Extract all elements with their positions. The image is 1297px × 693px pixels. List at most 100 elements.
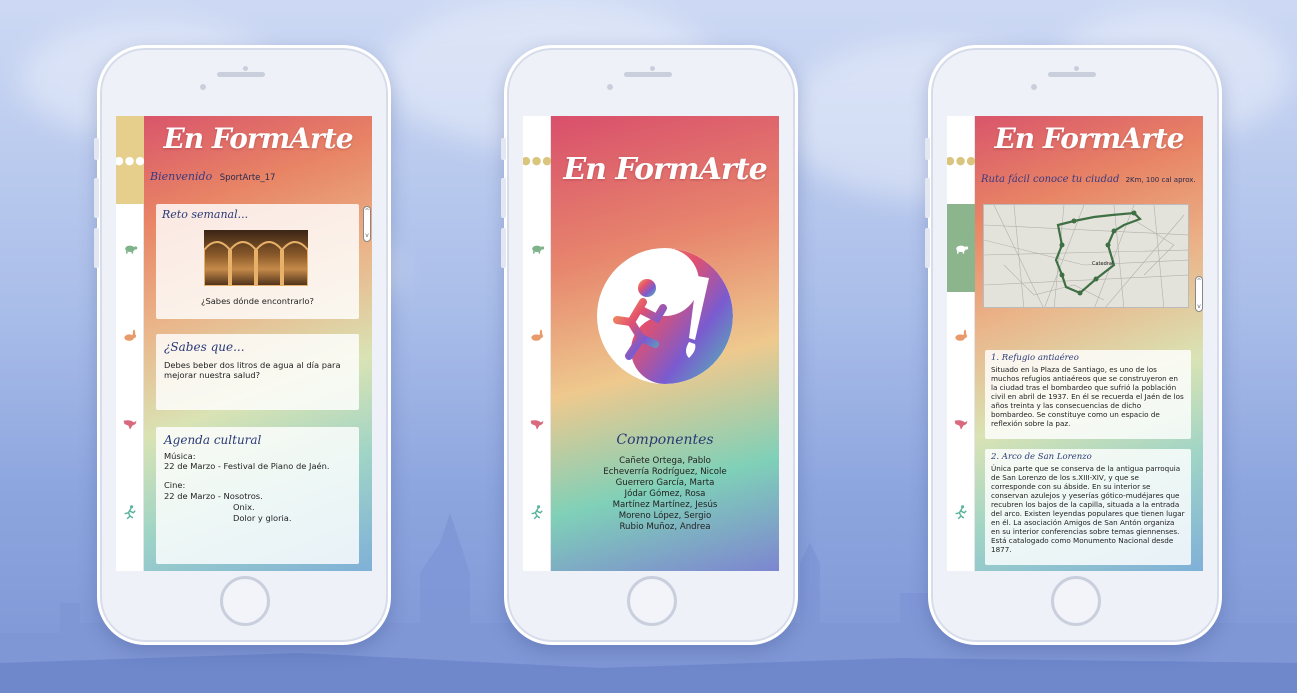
home-content: En FormArte Bienvenido SportArte_17 Reto…	[144, 116, 372, 571]
tab-menu[interactable]: ●●●	[947, 116, 977, 204]
phone-route: ●●● En FormArte Ruta fácil conoce tu ciu…	[925, 45, 1222, 645]
home-button[interactable]	[1051, 576, 1101, 626]
turtle-icon	[532, 245, 545, 254]
sensor	[1031, 84, 1037, 90]
chevron-up-icon: ^	[364, 208, 370, 215]
tab-menu[interactable]: ●●●	[523, 116, 553, 204]
stop-1-title: 1. Refugio antiaéreo	[991, 353, 1079, 363]
rabbit-icon	[531, 329, 543, 341]
agenda-cinema-more-2: Dolor y gloria.	[233, 512, 292, 523]
mute-switch	[925, 138, 930, 160]
menu-dots-icon: ●●●	[947, 153, 977, 167]
front-camera	[1074, 66, 1079, 71]
agenda-card[interactable]: Agenda cultural Música: 22 de Marzo - Fe…	[156, 427, 359, 564]
turtle-icon	[125, 245, 138, 254]
route-info: 2Km, 100 cal aprox.	[1125, 176, 1196, 184]
members-list: Cañete Ortega, Pablo Echeverría Rodrígue…	[551, 456, 779, 533]
side-tabbar: ●●●	[947, 116, 977, 571]
app-emblem	[597, 248, 733, 384]
member-name: Rubio Muñoz, Andrea	[619, 522, 711, 532]
volume-down-button	[501, 228, 506, 268]
home-button[interactable]	[627, 576, 677, 626]
tab-turtle[interactable]	[116, 204, 144, 292]
puma-icon	[123, 420, 137, 430]
tab-puma[interactable]	[947, 380, 975, 468]
tab-rabbit[interactable]	[116, 292, 144, 380]
member-name: Echeverría Rodríguez, Nicole	[603, 467, 727, 477]
route-map[interactable]: Catedral	[983, 204, 1189, 308]
route-title: Ruta fácil conoce tu ciudad	[981, 174, 1120, 185]
sensor	[607, 84, 613, 90]
chevron-up-icon: ^	[1196, 278, 1202, 285]
splash-content: En FormArte Componentes Cañete Ortega, P…	[551, 116, 779, 571]
runner-brush-icon	[613, 248, 733, 384]
weekly-challenge-caption: ¿Sabes dónde encontrarlo?	[201, 296, 314, 306]
tab-menu[interactable]: ●●●	[116, 116, 146, 204]
weekly-challenge-card[interactable]: Reto semanal... ¿Sabes dónde encontrarlo…	[156, 204, 371, 319]
stop-2-card[interactable]: 2. Arco de San Lorenzo Única parte que s…	[985, 449, 1191, 565]
tab-rabbit[interactable]	[523, 292, 551, 380]
tab-puma[interactable]	[116, 380, 144, 468]
runner-icon	[531, 505, 543, 520]
app-logo: En FormArte	[563, 152, 767, 187]
tab-runner[interactable]	[947, 468, 975, 556]
speaker	[1048, 72, 1096, 77]
sensor	[200, 84, 206, 90]
chevron-down-icon: v	[1197, 303, 1201, 310]
member-name: Guerrero García, Marta	[615, 478, 715, 488]
side-tabbar: ●●●	[523, 116, 553, 571]
member-name: Cañete Ortega, Pablo	[619, 456, 711, 466]
greeting-text: Bienvenido	[150, 170, 213, 183]
member-name: Moreno López, Sergio	[618, 511, 712, 521]
scroll-indicator[interactable]: ^ v	[363, 206, 371, 242]
weekly-challenge-title: Reto semanal...	[162, 208, 249, 221]
volume-down-button	[925, 228, 930, 268]
puma-icon	[530, 420, 544, 430]
tab-rabbit[interactable]	[947, 292, 975, 380]
tab-turtle[interactable]	[947, 204, 975, 292]
member-name: Martínez Martínez, Jesús	[612, 500, 718, 510]
crypt-photo	[203, 230, 309, 287]
runner-icon	[955, 505, 967, 520]
tab-turtle[interactable]	[523, 204, 551, 292]
side-tabbar: ●●●	[116, 116, 146, 571]
did-you-know-text: Debes beber dos litros de agua al día pa…	[164, 359, 341, 381]
turtle-icon	[956, 245, 969, 254]
home-button[interactable]	[220, 576, 270, 626]
agenda-music-item: 22 de Marzo - Festival de Piano de Jaén.	[164, 461, 330, 472]
rabbit-icon	[124, 329, 136, 341]
route-content: En FormArte Ruta fácil conoce tu ciudad …	[975, 116, 1203, 571]
tab-runner[interactable]	[116, 468, 144, 556]
chevron-down-icon: v	[365, 232, 369, 240]
agenda-cinema-label: Cine:	[164, 480, 186, 491]
tab-puma[interactable]	[523, 380, 551, 468]
phone-splash: ●●● En FormArte Componentes Cañete Orteg…	[501, 45, 798, 645]
city-map-illustration: Catedral	[984, 205, 1188, 307]
member-name: Jódar Gómez, Rosa	[624, 489, 706, 499]
mute-switch	[501, 138, 506, 160]
agenda-title: Agenda cultural	[164, 433, 262, 447]
front-camera	[243, 66, 248, 71]
agenda-cinema-item: 22 de Marzo - Nosotros.	[164, 490, 263, 501]
speaker	[624, 72, 672, 77]
rabbit-icon	[955, 329, 967, 341]
menu-dots-icon: ●●●	[523, 153, 553, 167]
arches-illustration	[203, 241, 309, 287]
map-label: Catedral	[1092, 261, 1113, 267]
scroll-indicator[interactable]: ^ v	[1195, 276, 1203, 312]
stop-2-title: 2. Arco de San Lorenzo	[991, 452, 1092, 462]
tab-runner[interactable]	[523, 468, 551, 556]
puma-icon	[954, 420, 968, 430]
front-camera	[650, 66, 655, 71]
phone-home: ●●● En FormArte Bienvenido SportArte_17 …	[94, 45, 391, 645]
stop-1-card[interactable]: 1. Refugio antiaéreo Situado en la Plaza…	[985, 350, 1191, 439]
agenda-cinema-more-1: Onix.	[233, 501, 255, 512]
menu-dots-icon: ●●●	[116, 153, 146, 167]
stop-1-text: Situado en la Plaza de Santiago, es uno …	[991, 364, 1184, 428]
volume-up-button	[925, 178, 930, 218]
app-logo: En FormArte	[163, 122, 353, 155]
runner-icon	[124, 505, 136, 520]
did-you-know-card[interactable]: ¿Sabes que... Debes beber dos litros de …	[156, 334, 359, 410]
username: SportArte_17	[219, 173, 276, 183]
speaker	[217, 72, 265, 77]
